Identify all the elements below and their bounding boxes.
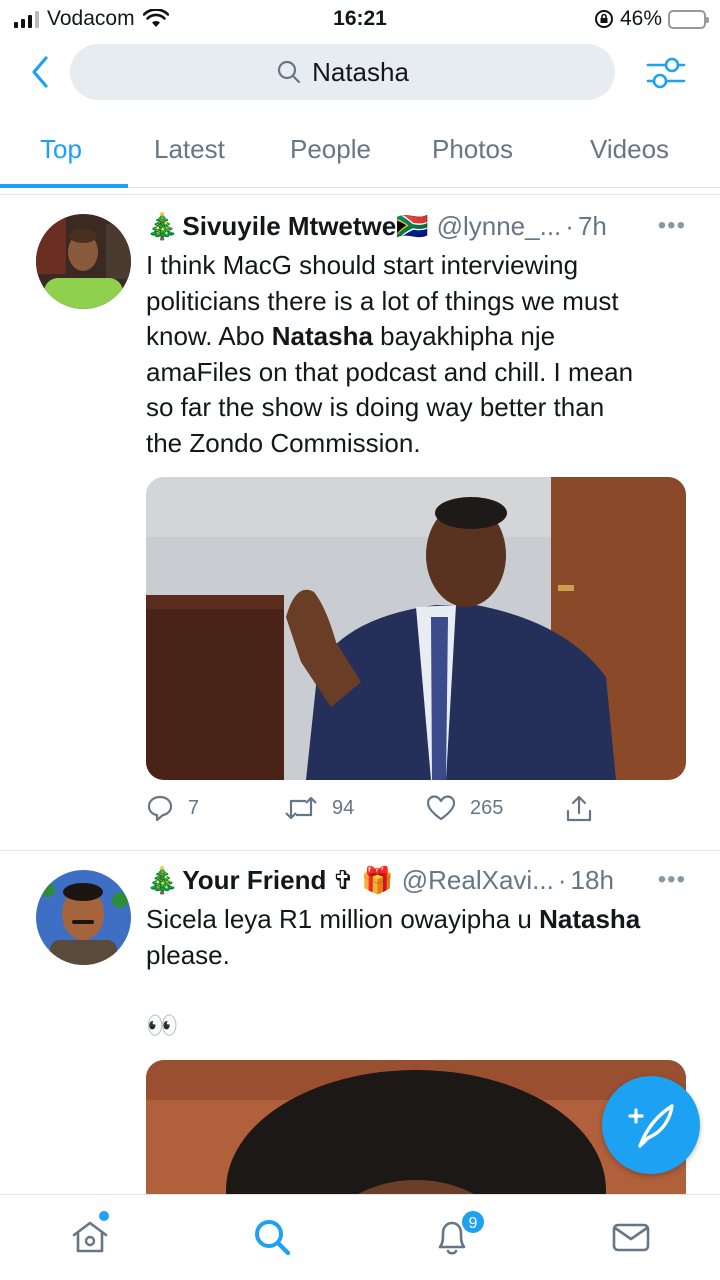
back-button[interactable] <box>26 54 56 90</box>
divider <box>0 850 720 851</box>
author-handle[interactable]: @lynne_... <box>437 211 562 242</box>
tab-top[interactable]: Top <box>40 134 82 165</box>
tweet-text: I think MacG should start interviewing p… <box>146 248 686 461</box>
status-bar: Vodacom 16:21 46% <box>0 0 720 38</box>
share-icon <box>566 795 592 822</box>
author-name[interactable]: Sivuyile Mtwetwe <box>182 211 396 242</box>
more-options-icon[interactable]: ••• <box>658 866 686 894</box>
tweet-card[interactable]: 🎄 Sivuyile Mtwetwe 🇿🇦 @lynne_... · 7h ••… <box>0 208 720 840</box>
tweet-line: amaFiles on that podcast and chill. I me… <box>146 356 634 387</box>
like-button[interactable]: 265 <box>426 794 503 822</box>
eyes-emoji: 👀 <box>146 1010 179 1040</box>
bottom-nav: 9 <box>0 1194 720 1280</box>
tweet-text-part: bayakhipha nje <box>372 321 556 351</box>
tab-people[interactable]: People <box>290 134 371 165</box>
author-handle[interactable]: @RealXavi... <box>402 865 554 896</box>
author-name[interactable]: Your Friend <box>182 865 326 896</box>
share-button[interactable] <box>564 794 594 824</box>
battery-label: 46% <box>619 7 662 30</box>
search-icon <box>277 60 301 84</box>
avatar[interactable] <box>36 214 131 309</box>
tweet-time[interactable]: 18h <box>571 865 614 896</box>
tweet-line: Sicela leya R1 million owayipha u Natash… <box>146 902 686 938</box>
home-icon[interactable] <box>68 1215 112 1259</box>
home-new-indicator <box>99 1211 109 1221</box>
tweet-text-part: Sicela leya R1 million owayipha u <box>146 904 540 934</box>
search-query: Natasha <box>312 56 409 87</box>
compose-icon <box>628 1104 674 1148</box>
flag-emoji: 🇿🇦 <box>396 210 429 241</box>
separator-dot: · <box>557 864 567 895</box>
rotation-lock-icon <box>594 10 613 28</box>
tweet-text-part: know. Abo <box>146 321 272 351</box>
tweet-text: Sicela leya R1 million owayipha u Natash… <box>146 902 686 1044</box>
tree-emoji: 🎄 <box>146 864 179 895</box>
tweet-header: 🎄 Sivuyile Mtwetwe 🇿🇦 @lynne_... · 7h ••… <box>146 208 686 244</box>
search-filter-button[interactable] <box>646 54 686 92</box>
tab-latest[interactable]: Latest <box>154 134 225 165</box>
tweet-line: please. <box>146 939 230 970</box>
tweet-actions: 7 94 265 <box>146 794 686 830</box>
reply-count: 7 <box>188 796 200 819</box>
tree-emoji: 🎄 <box>146 210 179 241</box>
active-tab-indicator <box>0 184 128 188</box>
search-tabs: Top Latest People Photos Videos <box>0 112 720 188</box>
reply-icon <box>147 795 173 822</box>
status-right: 46% <box>594 7 709 31</box>
search-input[interactable]: Natasha <box>70 44 615 100</box>
tab-photos[interactable]: Photos <box>432 134 513 165</box>
tweet-time[interactable]: 7h <box>578 211 607 242</box>
tweet-line: so far the show is doing way better than <box>146 392 605 422</box>
compose-tweet-button[interactable] <box>602 1076 700 1174</box>
search-header: Natasha <box>0 42 720 104</box>
search-term-highlight[interactable]: Natasha <box>539 904 640 934</box>
tweet-photo[interactable] <box>146 477 686 780</box>
name-emoji: ✞ 🎁 <box>332 864 394 895</box>
messages-icon[interactable] <box>609 1215 653 1259</box>
tweet-line: know. Abo Natasha bayakhipha nje <box>146 319 686 355</box>
retweet-button[interactable]: 94 <box>284 794 354 822</box>
search-term-highlight[interactable]: Natasha <box>272 321 373 351</box>
tweet-header: 🎄 Your Friend ✞ 🎁 @RealXavi... · 18h ••• <box>146 862 686 898</box>
like-count: 265 <box>470 796 504 819</box>
reply-button[interactable]: 7 <box>146 794 199 822</box>
heart-icon <box>426 795 456 821</box>
separator-dot: · <box>565 210 574 241</box>
battery-icon <box>668 9 709 29</box>
tweet-line: politicians there is a lot of things we … <box>146 285 619 316</box>
retweet-count: 94 <box>332 796 355 819</box>
tweet-line: the Zondo Commission. <box>146 427 421 458</box>
divider <box>0 194 720 195</box>
retweet-icon <box>285 796 317 820</box>
avatar[interactable] <box>36 870 131 965</box>
more-options-icon[interactable]: ••• <box>658 212 686 240</box>
tweet-line <box>146 973 686 1008</box>
notifications-badge: 9 <box>460 1209 486 1235</box>
search-nav-icon[interactable] <box>250 1215 294 1259</box>
tab-videos[interactable]: Videos <box>590 134 669 165</box>
tweet-line: I think MacG should start interviewing <box>146 250 579 280</box>
